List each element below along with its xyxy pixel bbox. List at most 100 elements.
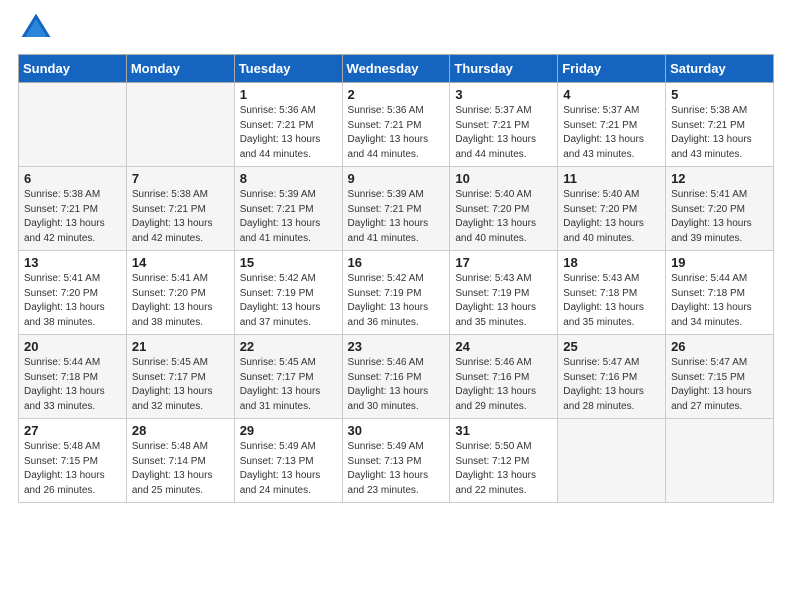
day-cell: 10 Sunrise: 5:40 AM Sunset: 7:20 PM Dayli… [450, 167, 558, 251]
day-cell: 30Sunrise: 5:49 AM Sunset: 7:13 PM Dayli… [342, 419, 450, 503]
week-row-3: 13 Sunrise: 5:41 AM Sunset: 7:20 PM Dayli… [19, 251, 774, 335]
day-cell [666, 419, 774, 503]
day-info: Sunrise: 5:38 AM Sunset: 7:21 PM Dayligh… [132, 188, 229, 246]
day-cell: 26 Sunrise: 5:47 AM Sunset: 7:15 PM Dayli… [666, 335, 774, 419]
day-info: Sunrise: 5:36 AM Sunset: 7:21 PM Dayligh… [348, 104, 445, 162]
day-header-wednesday: Wednesday [342, 55, 450, 83]
day-number: 22 [240, 339, 337, 354]
day-number: 27 [24, 423, 121, 438]
day-number: 30 [348, 423, 445, 438]
day-info: Sunrise: 5:43 AM Sunset: 7:18 PM Dayligh… [563, 272, 660, 330]
day-number: 31 [455, 423, 552, 438]
day-cell [558, 419, 666, 503]
day-number: 9 [348, 171, 445, 186]
day-number: 8 [240, 171, 337, 186]
day-cell: 23 Sunrise: 5:46 AM Sunset: 7:16 PM Dayli… [342, 335, 450, 419]
day-cell: 13 Sunrise: 5:41 AM Sunset: 7:20 PM Dayli… [19, 251, 127, 335]
day-info: Sunrise: 5:38 AM Sunset: 7:21 PM Dayligh… [671, 104, 768, 162]
day-number: 14 [132, 255, 229, 270]
day-info: Sunrise: 5:49 AM Sunset: 7:13 PM Dayligh… [240, 440, 337, 498]
day-number: 2 [348, 87, 445, 102]
day-cell: 12Sunrise: 5:41 AM Sunset: 7:20 PM Dayli… [666, 167, 774, 251]
day-cell [19, 83, 127, 167]
day-info: Sunrise: 5:41 AM Sunset: 7:20 PM Dayligh… [24, 272, 121, 330]
day-cell [126, 83, 234, 167]
day-info: Sunrise: 5:50 AM Sunset: 7:12 PM Dayligh… [455, 440, 552, 498]
day-info: Sunrise: 5:48 AM Sunset: 7:14 PM Dayligh… [132, 440, 229, 498]
day-cell: 15 Sunrise: 5:42 AM Sunset: 7:19 PM Dayli… [234, 251, 342, 335]
day-info: Sunrise: 5:44 AM Sunset: 7:18 PM Dayligh… [24, 356, 121, 414]
day-cell: 29 Sunrise: 5:49 AM Sunset: 7:13 PM Dayli… [234, 419, 342, 503]
day-number: 18 [563, 255, 660, 270]
day-number: 12 [671, 171, 768, 186]
day-cell: 4 Sunrise: 5:37 AM Sunset: 7:21 PM Daylig… [558, 83, 666, 167]
day-number: 28 [132, 423, 229, 438]
day-number: 11 [563, 171, 660, 186]
day-number: 7 [132, 171, 229, 186]
week-row-2: 6 Sunrise: 5:38 AM Sunset: 7:21 PM Daylig… [19, 167, 774, 251]
day-cell: 31 Sunrise: 5:50 AM Sunset: 7:12 PM Dayli… [450, 419, 558, 503]
day-cell: 17 Sunrise: 5:43 AM Sunset: 7:19 PM Dayli… [450, 251, 558, 335]
day-number: 24 [455, 339, 552, 354]
day-cell: 27 Sunrise: 5:48 AM Sunset: 7:15 PM Dayli… [19, 419, 127, 503]
day-info: Sunrise: 5:41 AM Sunset: 7:20 PM Dayligh… [132, 272, 229, 330]
header-row: SundayMondayTuesdayWednesdayThursdayFrid… [19, 55, 774, 83]
day-number: 20 [24, 339, 121, 354]
day-header-thursday: Thursday [450, 55, 558, 83]
day-info: Sunrise: 5:42 AM Sunset: 7:19 PM Dayligh… [240, 272, 337, 330]
day-cell: 18 Sunrise: 5:43 AM Sunset: 7:18 PM Dayli… [558, 251, 666, 335]
day-header-friday: Friday [558, 55, 666, 83]
week-row-1: 1 Sunrise: 5:36 AM Sunset: 7:21 PM Daylig… [19, 83, 774, 167]
day-number: 26 [671, 339, 768, 354]
day-info: Sunrise: 5:36 AM Sunset: 7:21 PM Dayligh… [240, 104, 337, 162]
day-number: 15 [240, 255, 337, 270]
day-number: 21 [132, 339, 229, 354]
day-number: 29 [240, 423, 337, 438]
day-header-monday: Monday [126, 55, 234, 83]
day-number: 1 [240, 87, 337, 102]
day-info: Sunrise: 5:48 AM Sunset: 7:15 PM Dayligh… [24, 440, 121, 498]
day-cell: 28 Sunrise: 5:48 AM Sunset: 7:14 PM Dayli… [126, 419, 234, 503]
day-cell: 16 Sunrise: 5:42 AM Sunset: 7:19 PM Dayli… [342, 251, 450, 335]
logo [18, 10, 58, 46]
day-number: 23 [348, 339, 445, 354]
day-number: 10 [455, 171, 552, 186]
day-number: 25 [563, 339, 660, 354]
day-info: Sunrise: 5:40 AM Sunset: 7:20 PM Dayligh… [563, 188, 660, 246]
day-number: 17 [455, 255, 552, 270]
day-cell: 6 Sunrise: 5:38 AM Sunset: 7:21 PM Daylig… [19, 167, 127, 251]
day-number: 3 [455, 87, 552, 102]
day-cell: 9Sunrise: 5:39 AM Sunset: 7:21 PM Daylig… [342, 167, 450, 251]
day-info: Sunrise: 5:43 AM Sunset: 7:19 PM Dayligh… [455, 272, 552, 330]
day-info: Sunrise: 5:42 AM Sunset: 7:19 PM Dayligh… [348, 272, 445, 330]
day-number: 6 [24, 171, 121, 186]
day-info: Sunrise: 5:44 AM Sunset: 7:18 PM Dayligh… [671, 272, 768, 330]
day-cell: 11 Sunrise: 5:40 AM Sunset: 7:20 PM Dayli… [558, 167, 666, 251]
header [18, 10, 774, 46]
day-cell: 7 Sunrise: 5:38 AM Sunset: 7:21 PM Daylig… [126, 167, 234, 251]
day-header-sunday: Sunday [19, 55, 127, 83]
day-cell: 20 Sunrise: 5:44 AM Sunset: 7:18 PM Dayli… [19, 335, 127, 419]
day-info: Sunrise: 5:45 AM Sunset: 7:17 PM Dayligh… [240, 356, 337, 414]
logo-icon [18, 10, 54, 46]
day-info: Sunrise: 5:38 AM Sunset: 7:21 PM Dayligh… [24, 188, 121, 246]
day-info: Sunrise: 5:45 AM Sunset: 7:17 PM Dayligh… [132, 356, 229, 414]
day-info: Sunrise: 5:47 AM Sunset: 7:15 PM Dayligh… [671, 356, 768, 414]
day-cell: 21 Sunrise: 5:45 AM Sunset: 7:17 PM Dayli… [126, 335, 234, 419]
week-row-5: 27 Sunrise: 5:48 AM Sunset: 7:15 PM Dayli… [19, 419, 774, 503]
day-number: 16 [348, 255, 445, 270]
day-header-tuesday: Tuesday [234, 55, 342, 83]
day-cell: 5 Sunrise: 5:38 AM Sunset: 7:21 PM Daylig… [666, 83, 774, 167]
day-number: 13 [24, 255, 121, 270]
day-info: Sunrise: 5:37 AM Sunset: 7:21 PM Dayligh… [563, 104, 660, 162]
day-cell: 14 Sunrise: 5:41 AM Sunset: 7:20 PM Dayli… [126, 251, 234, 335]
day-number: 4 [563, 87, 660, 102]
day-cell: 19Sunrise: 5:44 AM Sunset: 7:18 PM Dayli… [666, 251, 774, 335]
day-info: Sunrise: 5:37 AM Sunset: 7:21 PM Dayligh… [455, 104, 552, 162]
page: SundayMondayTuesdayWednesdayThursdayFrid… [0, 0, 792, 612]
day-info: Sunrise: 5:46 AM Sunset: 7:16 PM Dayligh… [348, 356, 445, 414]
day-number: 5 [671, 87, 768, 102]
day-info: Sunrise: 5:47 AM Sunset: 7:16 PM Dayligh… [563, 356, 660, 414]
day-cell: 25 Sunrise: 5:47 AM Sunset: 7:16 PM Dayli… [558, 335, 666, 419]
day-info: Sunrise: 5:40 AM Sunset: 7:20 PM Dayligh… [455, 188, 552, 246]
